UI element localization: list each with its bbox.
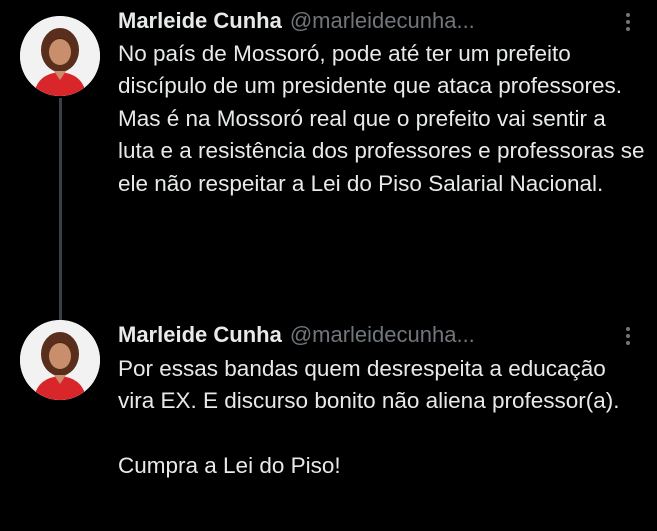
avatar[interactable] [20, 16, 100, 96]
tweet[interactable]: Marleide Cunha @marleidecunha... Por ess… [0, 312, 657, 531]
profile-photo-icon [20, 16, 100, 96]
tweet-header: Marleide Cunha @marleidecunha... [118, 6, 618, 36]
tweet-text: Por essas bandas quem desrespeita a educ… [118, 356, 620, 479]
author-name[interactable]: Marleide Cunha [118, 8, 282, 34]
author-name[interactable]: Marleide Cunha [118, 322, 282, 348]
profile-photo-icon [20, 320, 100, 400]
tweet-header: Marleide Cunha @marleidecunha... [118, 320, 618, 350]
more-vertical-icon[interactable] [621, 324, 635, 348]
avatar[interactable] [20, 320, 100, 400]
more-vertical-icon[interactable] [621, 10, 635, 34]
tweet-thread: Marleide Cunha @marleidecunha... No país… [0, 0, 657, 531]
tweet[interactable]: Marleide Cunha @marleidecunha... No país… [0, 0, 657, 300]
tweet-text: No país de Mossoró, pode até ter um pref… [118, 41, 645, 196]
author-handle[interactable]: @marleidecunha... [290, 8, 475, 34]
author-handle[interactable]: @marleidecunha... [290, 322, 475, 348]
